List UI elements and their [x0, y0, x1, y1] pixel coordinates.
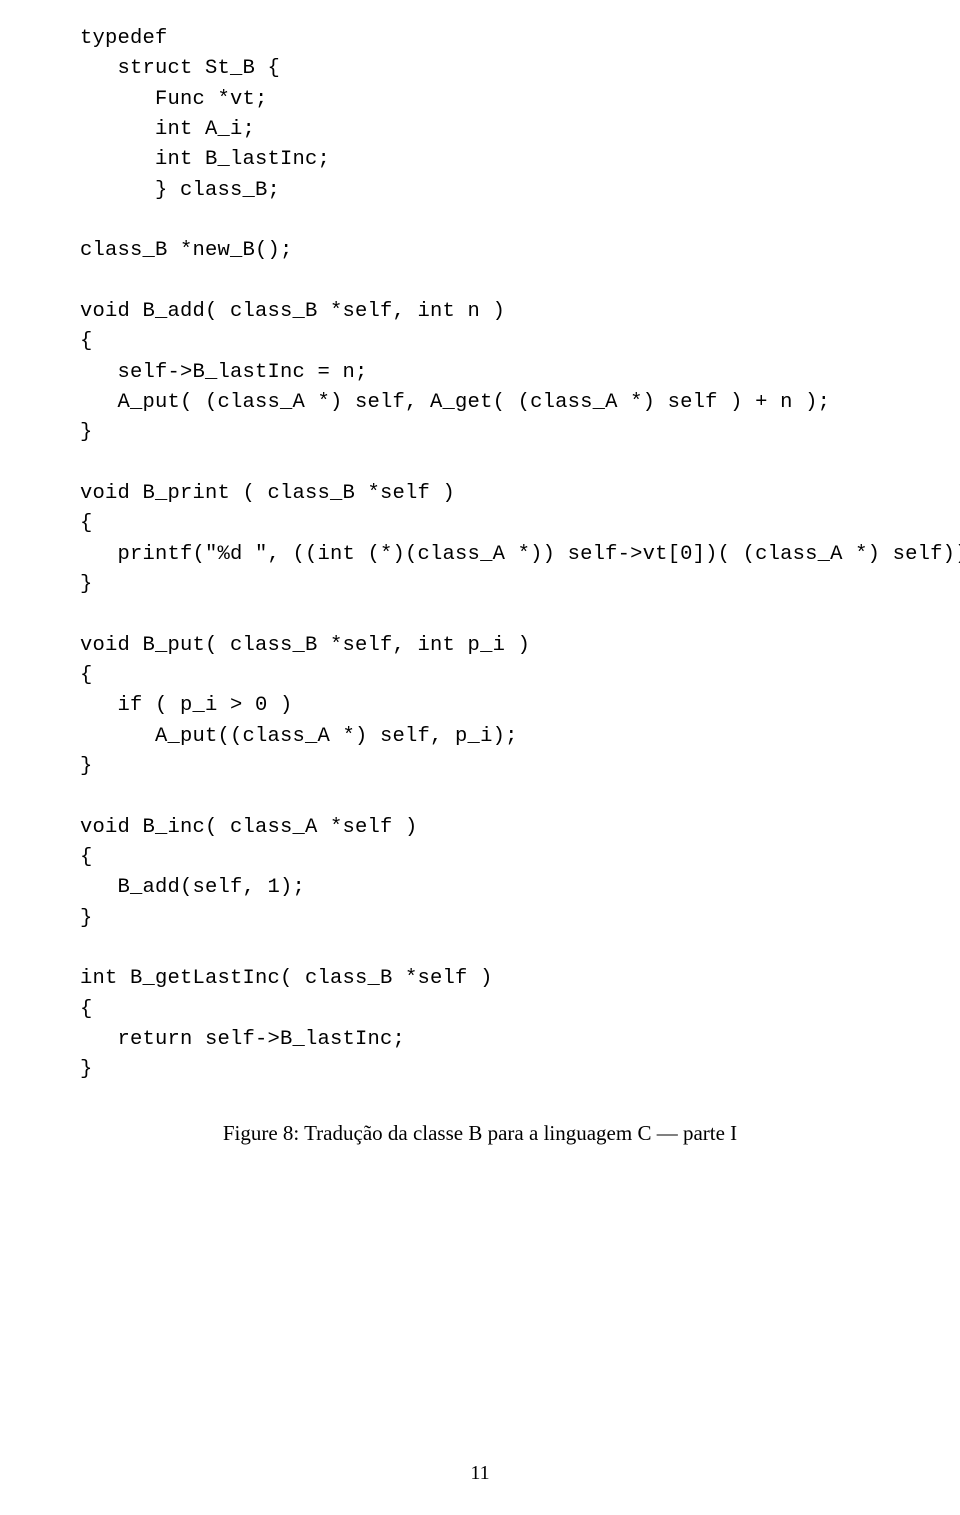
figure-caption: Figure 8: Tradução da classe B para a li… — [80, 1121, 880, 1146]
code-listing: typedef struct St_B { Func *vt; int A_i;… — [80, 24, 880, 1085]
document-page: typedef struct St_B { Func *vt; int A_i;… — [0, 0, 960, 1515]
page-number: 11 — [0, 1462, 960, 1485]
